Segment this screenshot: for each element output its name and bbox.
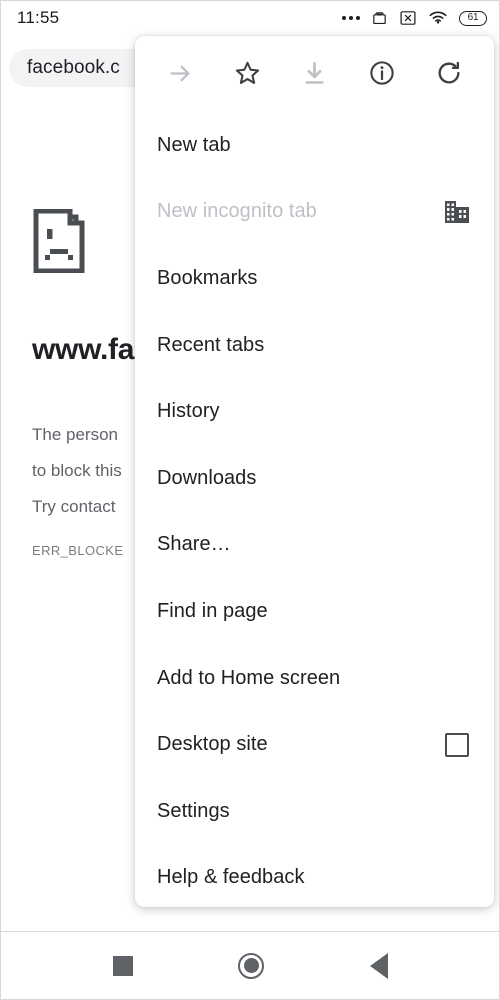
menu-quick-actions (135, 36, 494, 110)
menu-item-list: New tab New incognito tab Bookmarks Rece… (135, 110, 494, 907)
phone-screen: 11:55 61 facebook.c www.fa The person to… (0, 0, 500, 1000)
status-icon-tray: 61 (342, 10, 487, 27)
menu-item-help-and-feedback[interactable]: Help & feedback (135, 845, 494, 907)
menu-item-label: Share… (157, 533, 231, 556)
back-triangle-icon[interactable] (352, 939, 406, 993)
circle-glyph (238, 952, 264, 979)
menu-item-recent-tabs[interactable]: Recent tabs (135, 312, 494, 379)
menu-item-add-to-home-screen[interactable]: Add to Home screen (135, 645, 494, 712)
status-bar: 11:55 61 (1, 1, 499, 35)
menu-item-downloads[interactable]: Downloads (135, 445, 494, 512)
download-icon[interactable] (292, 50, 338, 96)
menu-item-label: Add to Home screen (157, 666, 341, 689)
sad-page-icon (32, 208, 88, 274)
enterprise-building-icon (442, 197, 472, 227)
android-nav-bar (1, 931, 499, 999)
menu-item-label: Downloads (157, 466, 257, 489)
wifi-icon (428, 11, 448, 26)
square-glyph (113, 955, 133, 976)
checkbox-box (445, 732, 469, 757)
page-info-icon[interactable] (359, 50, 405, 96)
menu-item-label: Find in page (157, 599, 268, 622)
menu-item-settings[interactable]: Settings (135, 778, 494, 845)
menu-item-history[interactable]: History (135, 378, 494, 445)
menu-item-label: Settings (157, 799, 230, 822)
menu-item-label: Desktop site (157, 733, 268, 756)
desktop-site-checkbox[interactable] (442, 730, 472, 760)
menu-item-share[interactable]: Share… (135, 512, 494, 579)
menu-item-bookmarks[interactable]: Bookmarks (135, 245, 494, 312)
error-code: ERR_BLOCKE (32, 543, 124, 558)
bookmark-star-icon[interactable] (224, 50, 270, 96)
home-circle-icon[interactable] (224, 939, 278, 993)
battery-icon: 61 (459, 10, 487, 26)
triangle-glyph (370, 952, 388, 979)
menu-item-new-tab[interactable]: New tab (135, 112, 494, 179)
overflow-menu: New tab New incognito tab Bookmarks Rece… (135, 36, 494, 907)
menu-item-new-incognito-tab[interactable]: New incognito tab (135, 179, 494, 246)
forward-arrow-icon[interactable] (157, 50, 203, 96)
x-box-icon (399, 10, 417, 26)
reload-icon[interactable] (426, 50, 472, 96)
battery-level: 61 (467, 12, 479, 23)
more-dots-icon (342, 16, 360, 20)
menu-item-find-in-page[interactable]: Find in page (135, 578, 494, 645)
work-briefcase-icon (371, 10, 388, 27)
menu-item-label: Bookmarks (157, 266, 258, 289)
menu-item-desktop-site[interactable]: Desktop site (135, 711, 494, 778)
error-title: www.fa (32, 333, 135, 366)
recents-square-icon[interactable] (96, 939, 150, 993)
menu-item-label: New tab (157, 133, 231, 156)
menu-item-label: Recent tabs (157, 333, 265, 356)
menu-item-label: New incognito tab (157, 200, 317, 223)
menu-item-label: History (157, 400, 220, 423)
menu-item-label: Help & feedback (157, 866, 305, 889)
address-bar-text: facebook.c (27, 57, 120, 78)
status-clock: 11:55 (17, 8, 60, 27)
